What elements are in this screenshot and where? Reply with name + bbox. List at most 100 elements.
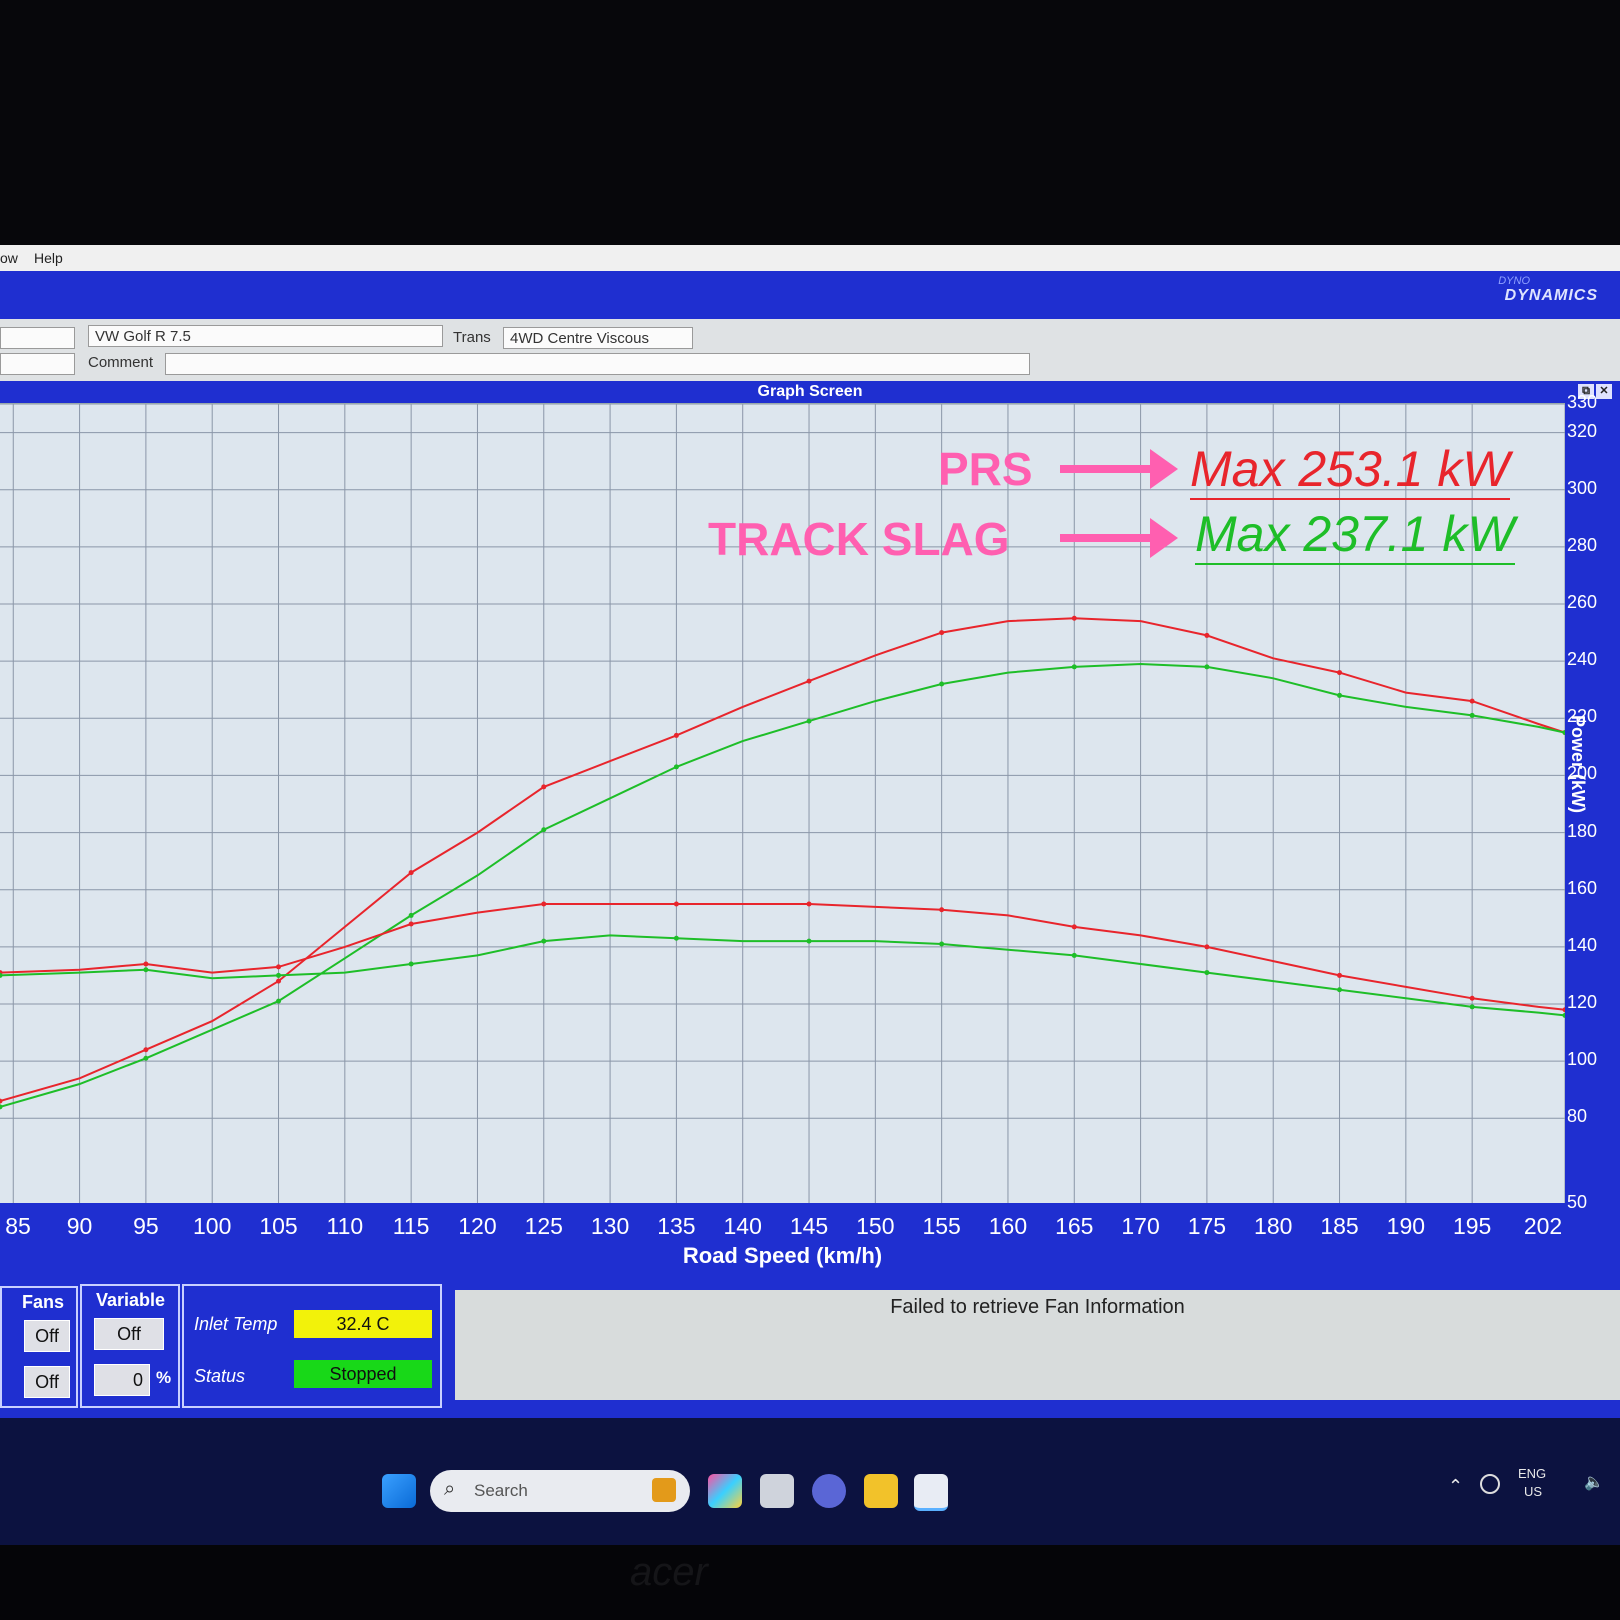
task-view-icon[interactable] (760, 1474, 794, 1508)
x-tick-label: 85 (5, 1213, 31, 1239)
variable-toggle[interactable]: Off (94, 1318, 164, 1350)
app-title-bar: DYNO DYNAMICS (0, 271, 1620, 319)
x-tick-label: 195 (1452, 1213, 1492, 1239)
data-point (408, 870, 414, 876)
percent-sign: % (156, 1368, 172, 1387)
briefcase-icon (652, 1478, 676, 1502)
y-tick-label: 50 (1567, 1192, 1588, 1212)
monitor-bezel-top (0, 0, 1620, 245)
x-tick-label: 90 (66, 1213, 93, 1239)
x-tick-label: 145 (789, 1213, 829, 1239)
track-arrow-shaft (1060, 534, 1160, 542)
id-field[interactable] (0, 327, 75, 349)
windows-start-icon[interactable] (382, 1474, 416, 1508)
y-tick-label: 80 (1567, 1106, 1588, 1127)
trans-field[interactable]: 4WD Centre Viscous (503, 327, 693, 349)
data-point (0, 1104, 3, 1110)
data-point (1469, 712, 1475, 718)
menu-item-help[interactable]: Help (34, 250, 63, 266)
track-max-label: Max 237.1 kW (1195, 505, 1515, 565)
data-point (806, 678, 812, 684)
data-point (1469, 995, 1475, 1001)
data-point (673, 901, 679, 907)
sync-icon[interactable] (1480, 1474, 1500, 1494)
status-box: Inlet Temp 32.4 C Status Stopped (182, 1284, 442, 1408)
graph-window-title: Graph Screen ⧉ ✕ (0, 381, 1620, 403)
chevron-up-icon[interactable]: ⌃ (1448, 1476, 1463, 1497)
brand-logo-top: DYNO (1498, 275, 1530, 287)
y-tick-label: 160 (1567, 877, 1598, 898)
data-point (276, 978, 282, 984)
status-value: Stopped (294, 1360, 432, 1388)
data-point (806, 901, 812, 907)
data-point (1204, 632, 1210, 638)
data-point (673, 935, 679, 941)
menu-item-window[interactable]: ow (0, 250, 18, 266)
y-tick-label: 330 (1567, 392, 1598, 412)
series-line-3 (0, 934, 1566, 1017)
graph-title-text: Graph Screen (757, 383, 863, 400)
y-tick-label: 240 (1567, 649, 1598, 670)
track-slag-annotation: TRACK SLAG (708, 513, 1010, 565)
close-icon[interactable]: ✕ (1596, 384, 1612, 399)
status-label: Status (194, 1366, 246, 1386)
data-point (939, 630, 945, 636)
brand-logo: DYNAMICS (1504, 287, 1598, 304)
y-tick-label: 300 (1567, 477, 1598, 498)
data-point (673, 732, 679, 738)
comment-field[interactable] (165, 353, 1030, 375)
copilot-icon[interactable] (708, 1474, 742, 1508)
x-tick-label: 130 (590, 1213, 630, 1239)
y-tick-label: 320 (1567, 420, 1598, 441)
data-point (408, 921, 414, 927)
x-tick-label: 140 (723, 1213, 762, 1239)
data-point (143, 967, 149, 973)
speaker-icon[interactable]: 🔈 (1584, 1472, 1604, 1492)
data-point (939, 907, 945, 913)
variable-percent-input[interactable]: 0 (94, 1364, 150, 1396)
meet-icon[interactable] (812, 1474, 846, 1508)
y-tick-label: 280 (1567, 534, 1598, 555)
id-field-2[interactable] (0, 353, 75, 375)
data-point (806, 718, 812, 724)
series-line-0 (0, 617, 1566, 1103)
data-point (1204, 944, 1210, 950)
file-explorer-icon[interactable] (864, 1474, 898, 1508)
x-tick-label: 175 (1187, 1213, 1227, 1239)
x-tick-label: 150 (856, 1213, 895, 1239)
fans-label: Fans (22, 1292, 65, 1312)
data-point (939, 681, 945, 687)
x-tick-label: 185 (1320, 1213, 1359, 1239)
data-point (541, 938, 547, 944)
vehicle-info-bar: VW Golf R 7.5 Comment Trans 4WD Centre V… (0, 319, 1620, 381)
data-point (276, 998, 282, 1004)
data-point (541, 827, 547, 833)
x-tick-label: 190 (1386, 1213, 1426, 1239)
data-point (408, 912, 414, 918)
track-arrow-head (1150, 518, 1178, 558)
x-tick-label: 120 (458, 1213, 497, 1239)
fan-2-toggle[interactable]: Off (24, 1366, 70, 1398)
data-point (1337, 692, 1343, 698)
data-point (276, 964, 282, 970)
data-point (1071, 924, 1077, 930)
fan-1-toggle[interactable]: Off (24, 1320, 70, 1352)
monitor-brand: acer (630, 1550, 708, 1594)
data-point (541, 784, 547, 790)
y-tick-label: 120 (1567, 992, 1598, 1012)
region-indicator[interactable]: US (1524, 1484, 1542, 1499)
data-point (1071, 952, 1077, 958)
trans-label: Trans (453, 329, 491, 346)
language-indicator[interactable]: ENG (1518, 1466, 1546, 1481)
taskbar-search[interactable]: ⌕ Search (430, 1470, 690, 1512)
y-tick-label: 180 (1567, 820, 1598, 841)
inlet-temp-label: Inlet Temp (194, 1314, 278, 1334)
data-point (673, 764, 679, 770)
prs-max-label: Max 253.1 kW (1190, 440, 1510, 500)
data-point (1204, 970, 1210, 976)
data-point (143, 1055, 149, 1061)
inlet-temp-value: 32.4 C (294, 1310, 432, 1338)
dyno-app-icon[interactable] (914, 1474, 948, 1511)
vehicle-field[interactable]: VW Golf R 7.5 (88, 325, 443, 347)
search-icon: ⌕ (444, 1478, 456, 1500)
